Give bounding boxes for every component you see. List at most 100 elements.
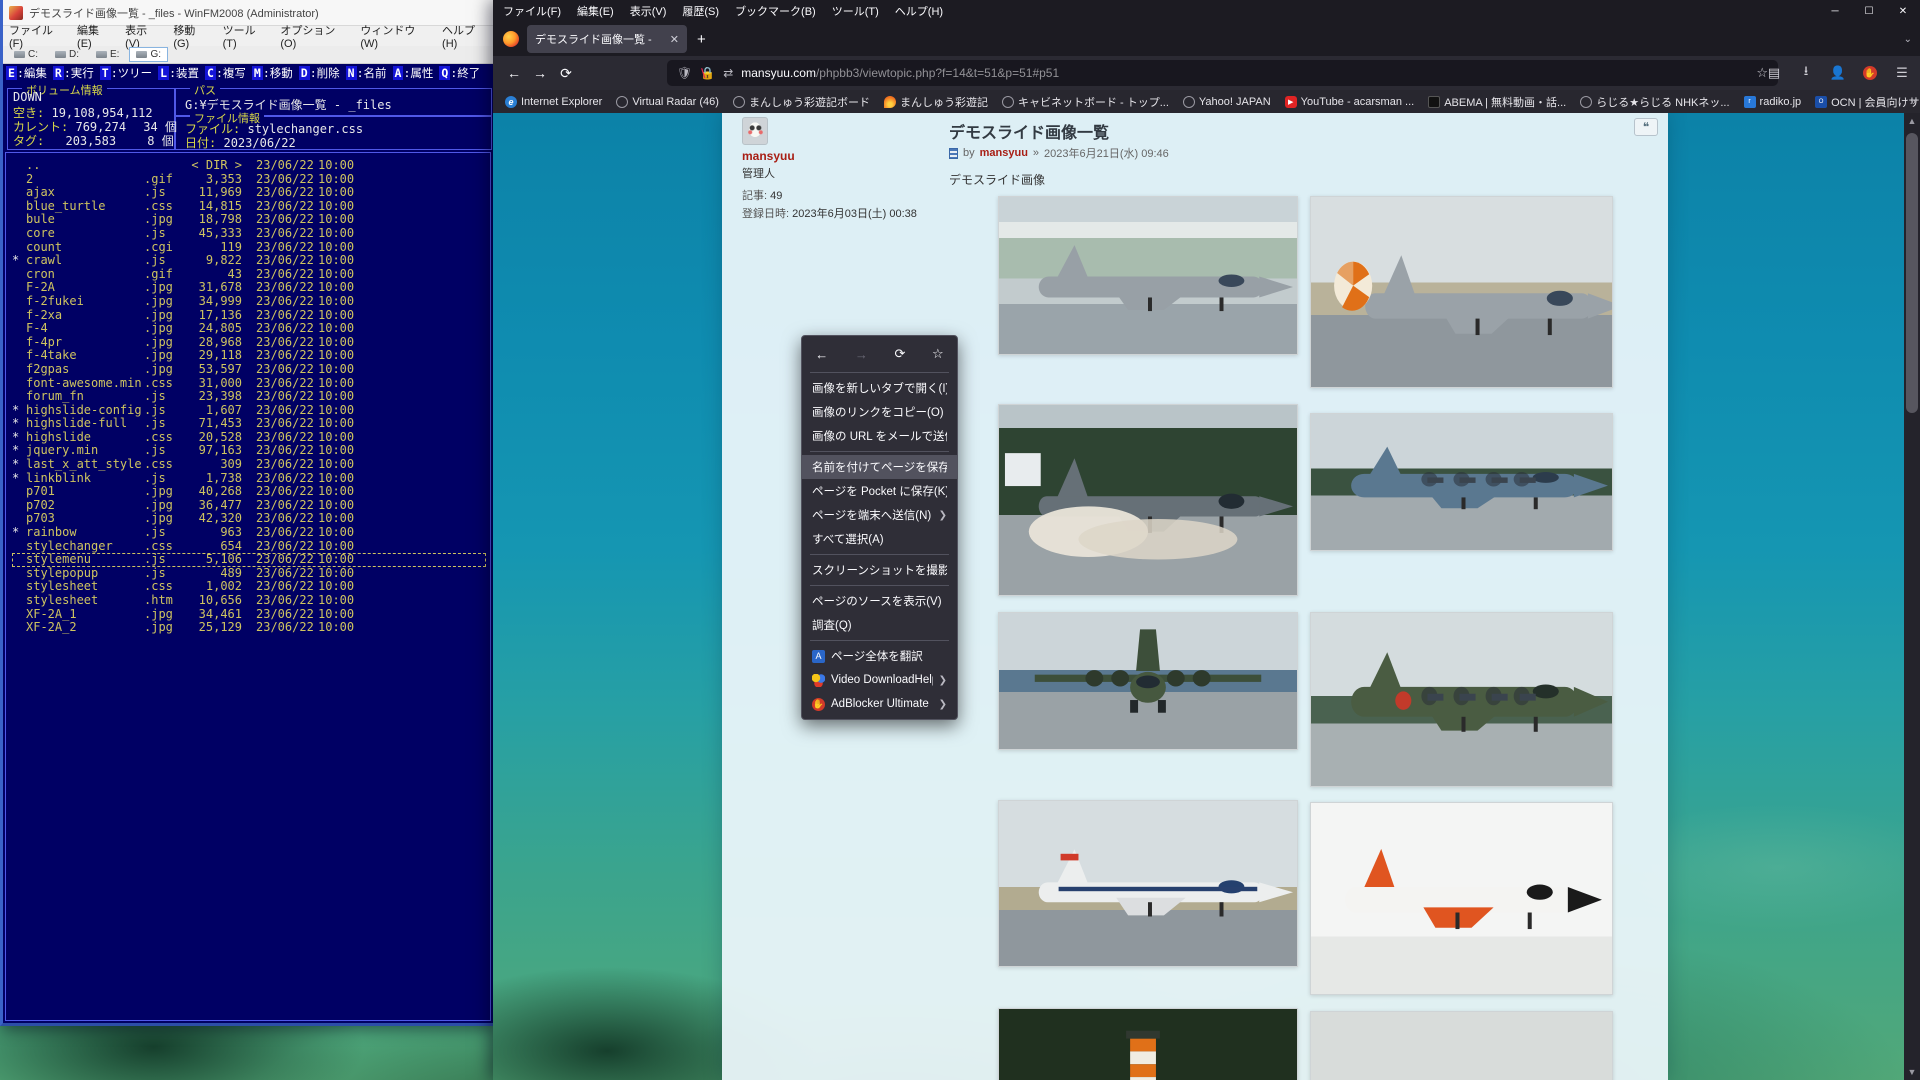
browser-menu-item[interactable]: ファイル(F) xyxy=(503,3,561,19)
function-key-Q[interactable]: Q:終了 xyxy=(439,65,480,81)
ctx-reload-icon[interactable]: ⟳ xyxy=(895,346,906,362)
bookmark-item[interactable]: らじる★らじる NHKネッ... xyxy=(1580,94,1729,110)
context-menu-item[interactable]: ✋AdBlocker Ultimate❯ xyxy=(802,692,957,716)
winfm-menu-item[interactable]: 移動(G) xyxy=(173,22,208,50)
file-row[interactable]: *highslide.css20,52823/06/2210:00 xyxy=(12,431,486,445)
browser-menu-item[interactable]: ツール(T) xyxy=(832,3,879,19)
library-icon[interactable]: ▤ xyxy=(1762,60,1786,86)
file-row[interactable]: f2gpas.jpg53,59723/06/2210:00 xyxy=(12,363,486,377)
bookmark-item[interactable]: Virtual Radar (46) xyxy=(616,96,719,108)
winfm-menu-item[interactable]: 表示(V) xyxy=(125,22,159,50)
file-row[interactable]: forum_fn.js23,39823/06/2210:00 xyxy=(12,390,486,404)
minimize-button[interactable]: ─ xyxy=(1818,0,1852,22)
file-row[interactable]: *linkblink.js1,73823/06/2210:00 xyxy=(12,472,486,486)
back-button[interactable]: ← xyxy=(501,60,527,86)
active-tab[interactable]: デモスライド画像一覧 - ✕ xyxy=(527,25,687,53)
winfm-menu-item[interactable]: オプション(O) xyxy=(280,22,346,50)
browser-menu-item[interactable]: 履歴(S) xyxy=(682,3,719,19)
browser-menu-item[interactable]: ヘルプ(H) xyxy=(895,3,943,19)
file-row[interactable]: *highslide-full.js71,45323/06/2210:00 xyxy=(12,417,486,431)
ctx-back-icon[interactable]: ← xyxy=(815,347,828,362)
function-key-M[interactable]: M:移動 xyxy=(252,65,293,81)
drive-button-D[interactable]: D: xyxy=(48,47,86,62)
permissions-icon[interactable]: ⇄ xyxy=(723,66,733,80)
file-row[interactable]: *rainbow.js96323/06/2210:00 xyxy=(12,526,486,540)
scrollbar-thumb[interactable] xyxy=(1906,133,1918,413)
function-key-D[interactable]: D:削除 xyxy=(299,65,340,81)
function-key-C[interactable]: C:複写 xyxy=(205,65,246,81)
page-scrollbar[interactable]: ▲ ▼ xyxy=(1904,113,1920,1080)
file-row[interactable]: stylesheet.css1,00223/06/2210:00 xyxy=(12,580,486,594)
drive-button-C[interactable]: C: xyxy=(7,47,45,62)
file-row[interactable]: F-4.jpg24,80523/06/2210:00 xyxy=(12,322,486,336)
file-row[interactable]: f-2fukei.jpg34,99923/06/2210:00 xyxy=(12,295,486,309)
file-row[interactable]: ajax.js11,96923/06/2210:00 xyxy=(12,186,486,200)
context-menu-item[interactable]: すべて選択(A) xyxy=(802,527,957,551)
forward-button[interactable]: → xyxy=(527,60,553,86)
tracking-protection-icon[interactable]: 🛡 xyxy=(677,66,692,80)
post-image-8[interactable] xyxy=(1310,802,1613,995)
function-key-A[interactable]: A:属性 xyxy=(393,65,434,81)
drive-button-G[interactable]: G: xyxy=(129,47,168,62)
file-row[interactable]: font-awesome.min.css31,00023/06/2210:00 xyxy=(12,377,486,391)
file-row[interactable]: p703.jpg42,32023/06/2210:00 xyxy=(12,512,486,526)
file-row[interactable]: 2.gif3,35323/06/2210:00 xyxy=(12,173,486,187)
file-row[interactable]: XF-2A_2.jpg25,12923/06/2210:00 xyxy=(12,621,486,635)
file-row[interactable]: cron.gif4323/06/2210:00 xyxy=(12,268,486,282)
context-menu-item[interactable]: 名前を付けてページを保存...(P) xyxy=(802,455,957,479)
post-image-9[interactable] xyxy=(998,1008,1298,1080)
topic-title[interactable]: デモスライド画像一覧 xyxy=(949,119,1109,143)
file-row[interactable]: stylesheet.htm10,65623/06/2210:00 xyxy=(12,594,486,608)
file-row[interactable]: p702.jpg36,47723/06/2210:00 xyxy=(12,499,486,513)
post-image-3[interactable] xyxy=(998,404,1298,596)
bookmark-item[interactable]: rradiko.jp xyxy=(1744,96,1802,108)
context-menu-item[interactable]: Aページ全体を翻訳 xyxy=(802,644,957,668)
context-menu-item[interactable]: Video DownloadHelper❯ xyxy=(802,668,957,692)
author-name[interactable]: mansyuu xyxy=(742,149,942,163)
file-row[interactable]: *crawl.js9,82223/06/2210:00 xyxy=(12,254,486,268)
post-image-10[interactable] xyxy=(1310,1011,1613,1080)
context-menu-item[interactable]: 画像のリンクをコピー(O) xyxy=(802,400,957,424)
file-row[interactable]: stylepopup.js48923/06/2210:00 xyxy=(12,567,486,581)
file-row[interactable]: F-2A.jpg31,67823/06/2210:00 xyxy=(12,281,486,295)
drive-button-E[interactable]: E: xyxy=(89,47,126,62)
reload-button[interactable]: ⟳ xyxy=(553,60,579,86)
context-menu-item[interactable]: 画像を新しいタブで開く(I) xyxy=(802,376,957,400)
file-row[interactable]: core.js45,33323/06/2210:00 xyxy=(12,227,486,241)
avatar[interactable] xyxy=(742,117,768,145)
file-row[interactable]: bule.jpg18,79823/06/2210:00 xyxy=(12,213,486,227)
function-key-N[interactable]: N:名前 xyxy=(346,65,387,81)
ctx-star-icon[interactable]: ☆ xyxy=(932,346,944,362)
bookmark-item[interactable]: まんしゅう彩遊記ボード xyxy=(733,94,870,110)
file-row[interactable]: ..< DIR >23/06/2210:00 xyxy=(12,159,486,173)
winfm-menu-item[interactable]: 編集(E) xyxy=(77,22,111,50)
context-menu-item[interactable]: 調査(Q) xyxy=(802,613,957,637)
function-key-R[interactable]: R:実行 xyxy=(53,65,94,81)
file-row[interactable]: XF-2A_1.jpg34,46123/06/2210:00 xyxy=(12,608,486,622)
bookmark-item[interactable]: まんしゅう彩遊記 xyxy=(884,94,988,110)
file-row[interactable]: f-4pr.jpg28,96823/06/2210:00 xyxy=(12,336,486,350)
function-key-L[interactable]: L:装置 xyxy=(158,65,199,81)
file-row[interactable]: stylemenu.js5,10623/06/2210:00 xyxy=(12,553,486,567)
browser-menu-item[interactable]: 表示(V) xyxy=(630,3,667,19)
account-icon[interactable]: 👤 xyxy=(1826,60,1850,86)
post-image-1[interactable] xyxy=(998,196,1298,355)
winfm-menu-item[interactable]: ツール(T) xyxy=(223,22,267,50)
bookmark-item[interactable]: キャビネットボード - トップ... xyxy=(1002,94,1169,110)
scroll-down-icon[interactable]: ▼ xyxy=(1904,1064,1920,1080)
file-row[interactable]: *last_x_att_style.css30923/06/2210:00 xyxy=(12,458,486,472)
post-image-7[interactable] xyxy=(998,800,1298,967)
file-row[interactable]: *jquery.min.js97,16323/06/2210:00 xyxy=(12,444,486,458)
bookmarks-overflow-icon[interactable]: » xyxy=(1910,96,1916,108)
quote-button[interactable]: ❝ xyxy=(1634,118,1658,136)
file-row[interactable]: f-2xa.jpg17,13623/06/2210:00 xyxy=(12,309,486,323)
browser-menu-item[interactable]: ブックマーク(B) xyxy=(735,3,816,19)
url-bar[interactable]: 🛡 🔒⧵ ⇄ mansyuu.com/phpbb3/viewtopic.php?… xyxy=(667,60,1778,86)
bookmark-item[interactable]: Yahoo! JAPAN xyxy=(1183,96,1271,108)
file-row[interactable]: p701.jpg40,26823/06/2210:00 xyxy=(12,485,486,499)
winfm-menu-item[interactable]: ファイル(F) xyxy=(9,22,63,50)
list-all-tabs-icon[interactable]: ⌄ xyxy=(1904,34,1912,45)
firefox-logo-icon[interactable] xyxy=(503,31,519,47)
close-button[interactable]: ✕ xyxy=(1886,0,1920,22)
menu-icon[interactable]: ☰ xyxy=(1890,60,1914,86)
